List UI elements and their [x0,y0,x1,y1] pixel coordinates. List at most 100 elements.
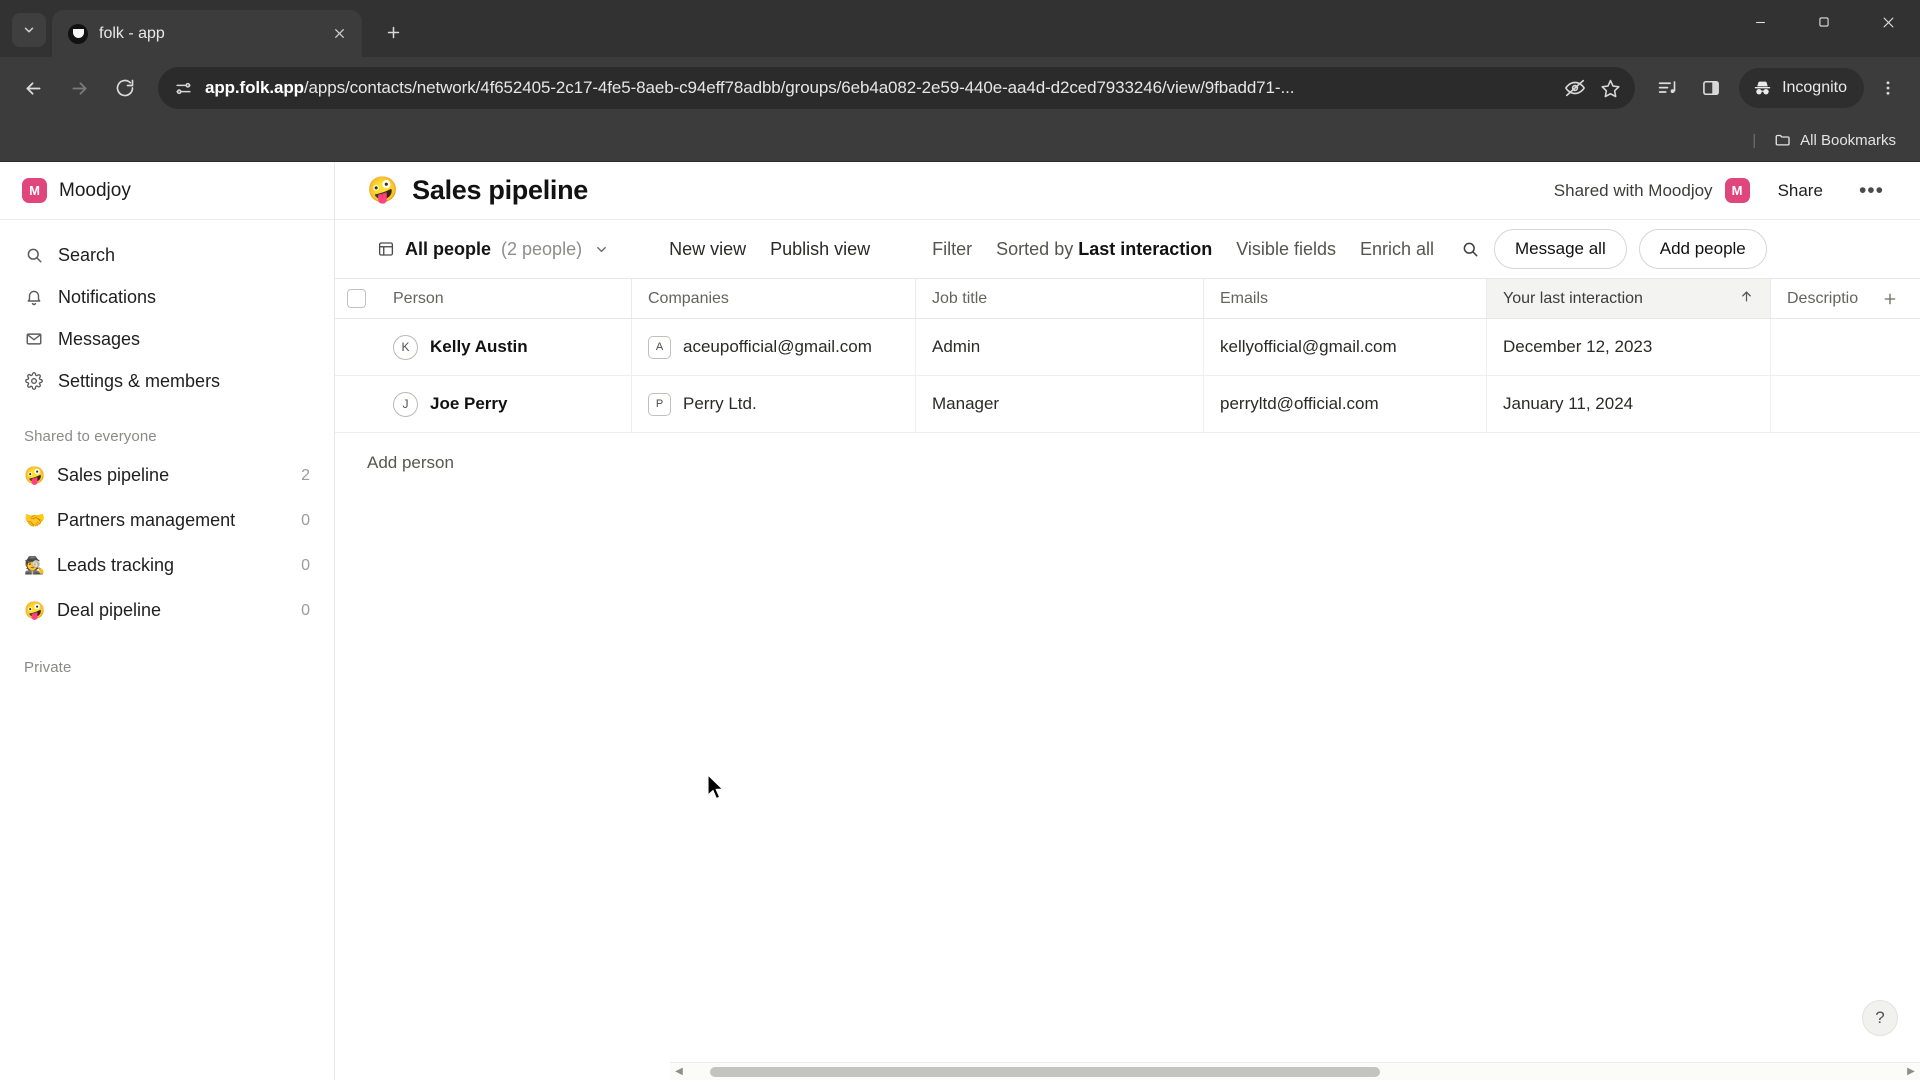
sidebar-item-messages[interactable]: Messages [14,318,320,360]
view-count: (2 people) [501,239,582,260]
sidebar-item-deal-pipeline[interactable]: 🤪 Deal pipeline 0 [14,588,320,633]
cell-person[interactable]: K Kelly Austin [377,319,632,375]
three-dot-menu-icon[interactable] [1868,68,1908,108]
view-selector[interactable]: All people (2 people) [367,233,619,266]
bookmarks-bar: | All Bookmarks [0,119,1920,162]
table-container: Person Companies Job title Emails Your l [335,278,1920,1080]
reload-icon[interactable] [104,67,146,109]
cell-job-title[interactable]: Admin [916,319,1204,375]
browser-toolbar: app.folk.app/apps/contacts/network/4f652… [0,57,1920,119]
sidebar-item-settings-members[interactable]: Settings & members [14,360,320,402]
add-person-button[interactable]: Add person [335,433,1920,493]
page-title: Sales pipeline [412,175,588,206]
star-icon[interactable] [1600,78,1621,99]
new-tab-button[interactable] [376,15,410,49]
visible-fields-button[interactable]: Visible fields [1224,232,1348,267]
chevron-down-icon[interactable] [594,242,609,257]
sidebar-item-leads-tracking[interactable]: 🕵️ Leads tracking 0 [14,543,320,588]
page-more-options-button[interactable]: ••• [1851,177,1892,205]
cell-person[interactable]: J Joe Perry [377,376,632,432]
row-checkbox-cell[interactable] [335,319,377,375]
app-sidebar: M Moodjoy Search Notifications [0,162,335,1080]
table-row[interactable]: K Kelly Austin A aceupofficial@gmail.com… [335,319,1920,376]
filter-button[interactable]: Filter [920,232,984,267]
company-name: aceupofficial@gmail.com [683,337,872,357]
sidebar-item-notifications[interactable]: Notifications [14,276,320,318]
mouse-cursor [708,775,728,808]
sort-button[interactable]: Sorted by Last interaction [984,232,1224,267]
cell-email[interactable]: kellyofficial@gmail.com [1204,319,1487,375]
workspace-name: Moodjoy [59,180,131,202]
all-bookmarks-button[interactable]: All Bookmarks [1766,126,1904,154]
column-label: Person [393,290,444,308]
browser-window: folk - app [0,0,1920,1080]
scroll-right-arrow-icon[interactable]: ▶ [1902,1066,1920,1077]
browser-tab[interactable]: folk - app [52,10,362,57]
close-icon[interactable] [326,21,352,47]
column-label: Emails [1220,290,1268,308]
partners-management-emoji-icon: 🤝 [24,512,44,529]
select-all-checkbox[interactable] [335,279,377,318]
cell-last-interaction[interactable]: January 11, 2024 [1487,376,1771,432]
tune-icon[interactable] [174,79,193,98]
cell-job-title[interactable]: Manager [916,376,1204,432]
url-text: app.folk.app/apps/contacts/network/4f652… [205,78,1552,98]
horizontal-scrollbar[interactable]: ◀ ▶ [670,1062,1920,1080]
shared-with-label: Shared with Moodjoy [1554,181,1713,201]
cell-description[interactable] [1771,376,1871,432]
column-header-job-title[interactable]: Job title [916,279,1204,318]
table-row[interactable]: J Joe Perry P Perry Ltd. Manager perrylt… [335,376,1920,433]
view-toolbar: All people (2 people) New view Publish v… [335,220,1920,278]
message-all-button[interactable]: Message all [1494,229,1627,269]
workspace-switcher[interactable]: M Moodjoy [0,162,334,220]
incognito-indicator[interactable]: Incognito [1739,68,1864,108]
new-view-button[interactable]: New view [657,232,758,267]
row-checkbox-cell[interactable] [335,376,377,432]
sidebar-item-label: Deal pipeline [57,600,288,621]
side-panel-icon[interactable] [1691,68,1731,108]
eye-off-icon[interactable] [1564,77,1586,99]
column-header-person[interactable]: Person [377,279,632,318]
gear-icon [24,372,44,390]
column-header-emails[interactable]: Emails [1204,279,1487,318]
incognito-label: Incognito [1782,79,1847,97]
sidebar-item-search[interactable]: Search [14,234,320,276]
enrich-all-button[interactable]: Enrich all [1348,232,1446,267]
sidebar-item-sales-pipeline[interactable]: 🤪 Sales pipeline 2 [14,453,320,498]
search-icon[interactable] [1452,231,1488,267]
bookmarks-separator: | [1752,132,1756,149]
column-header-your-last-interaction[interactable]: Your last interaction [1487,279,1771,318]
forward-arrow-icon[interactable] [58,67,100,109]
media-control-icon[interactable] [1647,68,1687,108]
page-header: 🤪 Sales pipeline Shared with Moodjoy M S… [335,162,1920,220]
cell-description[interactable] [1771,319,1871,375]
person-name: Joe Perry [430,394,508,414]
folder-icon [1774,131,1792,149]
add-people-button[interactable]: Add people [1639,229,1767,269]
back-arrow-icon[interactable] [12,67,54,109]
share-button[interactable]: Share [1772,175,1829,207]
scroll-left-arrow-icon[interactable]: ◀ [670,1066,688,1077]
help-button[interactable]: ? [1862,1000,1898,1036]
tab-search-button[interactable] [12,13,46,47]
scrollbar-thumb[interactable] [710,1067,1380,1077]
address-bar[interactable]: app.folk.app/apps/contacts/network/4f652… [158,67,1635,109]
add-column-button[interactable] [1871,279,1909,318]
close-icon[interactable] [1856,0,1920,44]
email: kellyofficial@gmail.com [1220,337,1397,357]
avatar: J [393,392,418,417]
column-header-companies[interactable]: Companies [632,279,916,318]
shared-with-indicator[interactable]: Shared with Moodjoy M [1554,178,1750,203]
company-name: Perry Ltd. [683,394,757,414]
sidebar-item-partners-management[interactable]: 🤝 Partners management 0 [14,498,320,543]
column-header-description[interactable]: Descriptio [1771,279,1871,318]
maximize-icon[interactable] [1792,0,1856,44]
cell-last-interaction[interactable]: December 12, 2023 [1487,319,1771,375]
cell-companies[interactable]: P Perry Ltd. [632,376,916,432]
minimize-icon[interactable] [1728,0,1792,44]
cell-companies[interactable]: A aceupofficial@gmail.com [632,319,916,375]
cell-email[interactable]: perryltd@official.com [1204,376,1487,432]
tab-title: folk - app [99,25,315,43]
scrollbar-track[interactable] [688,1063,1902,1080]
publish-view-button[interactable]: Publish view [758,232,882,267]
